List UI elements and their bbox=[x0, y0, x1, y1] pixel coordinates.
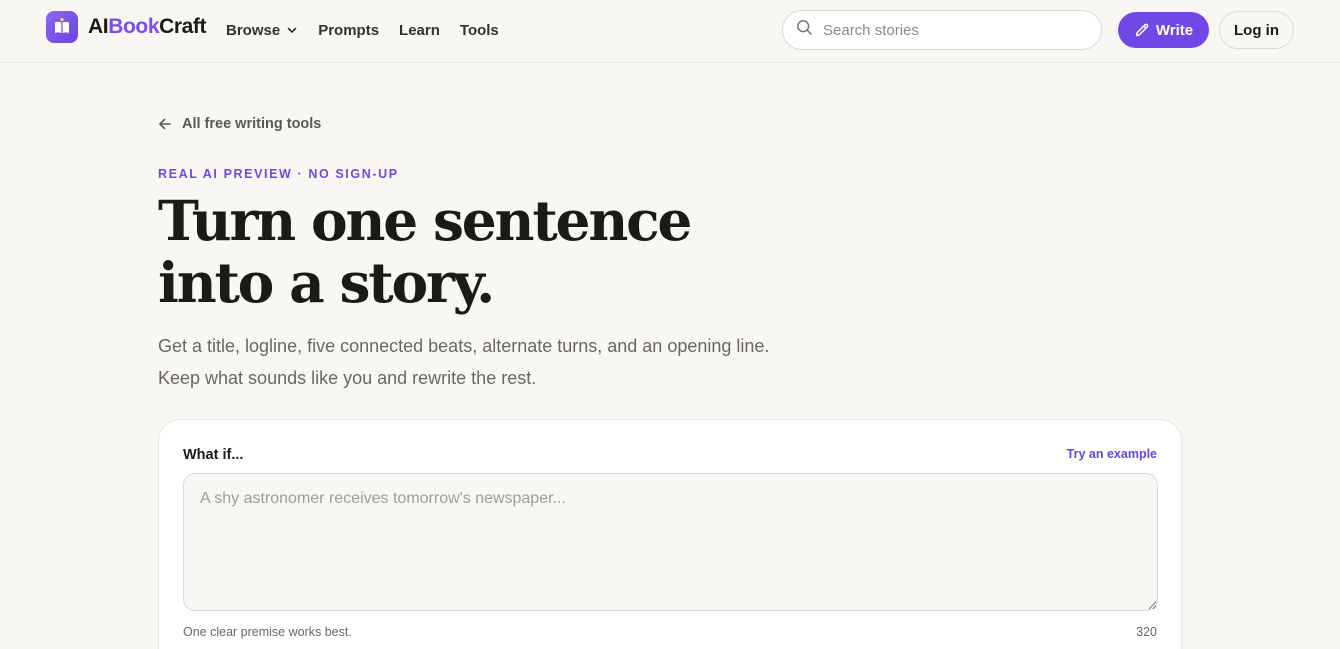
page-title: Turn one sentence into a story. bbox=[158, 188, 692, 315]
eyebrow: REAL AI PREVIEW · NO SIGN-UP bbox=[158, 167, 399, 181]
back-link[interactable]: All free writing tools bbox=[158, 116, 321, 132]
main-nav: Browse Prompts Learn Tools bbox=[226, 20, 519, 40]
premise-label: What if... bbox=[183, 447, 244, 463]
search-input[interactable] bbox=[823, 21, 1083, 39]
nav-learn[interactable]: Learn bbox=[399, 20, 440, 40]
logo-wordmark: AIBookCraft bbox=[88, 15, 207, 38]
nav-browse[interactable]: Browse bbox=[226, 20, 298, 40]
write-button[interactable]: Write bbox=[1118, 12, 1209, 48]
subtitle-line: Get a title, logline, five connected bea… bbox=[158, 336, 770, 356]
chevron-down-icon bbox=[286, 24, 298, 36]
arrow-left-icon bbox=[158, 117, 172, 131]
premise-card: What if... Try an example One clear prem… bbox=[158, 419, 1182, 649]
title-line: Turn one sentence bbox=[158, 188, 692, 253]
nav-prompts[interactable]: Prompts bbox=[318, 20, 379, 40]
subtitle-line: Keep what sounds like you and rewrite th… bbox=[158, 368, 537, 388]
character-count: 320 bbox=[1136, 625, 1157, 639]
logo[interactable]: AIBookCraft bbox=[46, 11, 207, 43]
premise-input[interactable] bbox=[183, 473, 1158, 611]
pencil-icon bbox=[1134, 22, 1150, 38]
try-example-button[interactable]: Try an example bbox=[1067, 447, 1157, 461]
site-header: AIBookCraft Browse Prompts Learn Tools W… bbox=[0, 0, 1340, 63]
premise-hint: One clear premise works best. bbox=[183, 625, 352, 639]
nav-tools[interactable]: Tools bbox=[460, 20, 499, 40]
page-subtitle: Get a title, logline, five connected bea… bbox=[158, 330, 769, 394]
search-icon bbox=[796, 19, 813, 41]
title-line: into a story. bbox=[158, 250, 495, 315]
login-button[interactable]: Log in bbox=[1219, 11, 1294, 49]
book-icon bbox=[46, 11, 78, 43]
search-box bbox=[782, 10, 1102, 50]
